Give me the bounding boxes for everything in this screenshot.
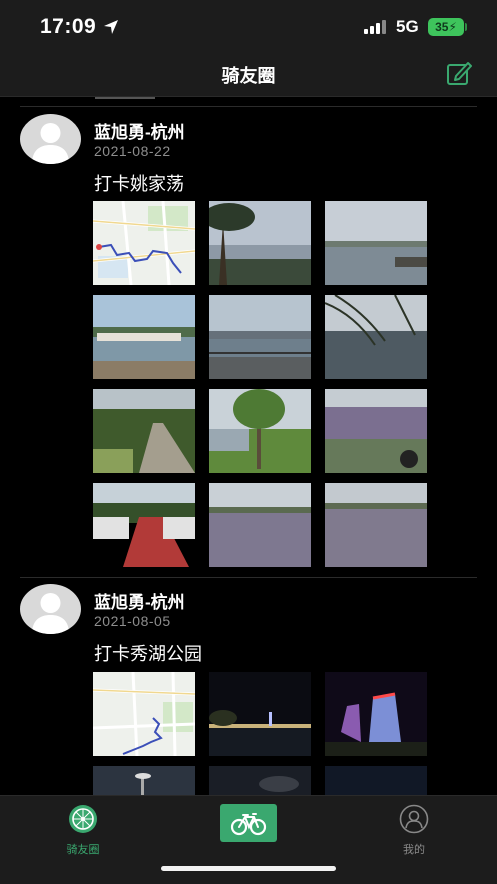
tab-label: 骑友圈 bbox=[66, 844, 100, 856]
post-divider bbox=[20, 106, 477, 107]
photo-thumbnail[interactable] bbox=[209, 766, 311, 795]
post-divider bbox=[20, 577, 477, 578]
photo-thumbnail[interactable] bbox=[209, 389, 311, 473]
location-arrow-icon bbox=[104, 20, 118, 34]
photo-thumbnail[interactable] bbox=[325, 389, 427, 473]
status-time: 17:09 bbox=[40, 15, 97, 38]
user-icon bbox=[399, 804, 429, 834]
default-avatar-icon bbox=[32, 123, 69, 164]
battery-tip bbox=[465, 23, 467, 31]
photo-thumbnail[interactable] bbox=[93, 766, 195, 795]
post-username[interactable]: 蓝旭勇-杭州 bbox=[94, 588, 185, 613]
photo-thumbnail[interactable] bbox=[325, 201, 427, 285]
photo-thumbnail-map[interactable] bbox=[93, 672, 195, 756]
status-bar: 17:09 5G 35⚡ bbox=[0, 0, 497, 52]
post-date: 2021-08-05 bbox=[94, 613, 171, 629]
photo-thumbnail[interactable] bbox=[325, 295, 427, 379]
photo-thumbnail[interactable] bbox=[325, 766, 427, 795]
avatar[interactable] bbox=[20, 114, 81, 164]
start-ride-button[interactable] bbox=[220, 804, 277, 842]
signal-icon bbox=[364, 20, 386, 34]
photo-thumbnail-map[interactable] bbox=[93, 201, 195, 285]
page-title: 骑友圈 bbox=[221, 66, 276, 86]
photo-thumbnail[interactable] bbox=[93, 295, 195, 379]
photo-thumbnail[interactable] bbox=[209, 672, 311, 756]
photo-thumbnail[interactable] bbox=[93, 483, 195, 567]
photo-thumbnail[interactable] bbox=[209, 483, 311, 567]
previous-post-edge bbox=[95, 97, 155, 99]
post-username[interactable]: 蓝旭勇-杭州 bbox=[94, 118, 185, 143]
photo-thumbnail[interactable] bbox=[209, 295, 311, 379]
post-date: 2021-08-22 bbox=[94, 143, 171, 159]
default-avatar-icon bbox=[32, 593, 69, 634]
photo-thumbnail[interactable] bbox=[93, 389, 195, 473]
photo-thumbnail[interactable] bbox=[209, 201, 311, 285]
network-type: 5G bbox=[396, 17, 419, 36]
nav-bar: 骑友圈 bbox=[0, 52, 497, 97]
avatar[interactable] bbox=[20, 584, 81, 634]
tab-riders-circle[interactable]: 骑友圈 bbox=[43, 804, 123, 857]
tab-label: 我的 bbox=[403, 844, 425, 856]
compose-icon[interactable] bbox=[446, 60, 472, 86]
post-text: 打卡姚家荡 bbox=[94, 174, 184, 194]
photo-thumbnail[interactable] bbox=[325, 483, 427, 567]
tab-mine[interactable]: 我的 bbox=[374, 804, 454, 857]
bike-icon bbox=[230, 813, 267, 836]
home-indicator[interactable] bbox=[161, 866, 336, 871]
battery-indicator: 35⚡ bbox=[428, 18, 464, 36]
post-text: 打卡秀湖公园 bbox=[94, 644, 202, 664]
feed-list[interactable]: 蓝旭勇-杭州 2021-08-22 打卡姚家荡 蓝旭勇-杭州 2021-08-0… bbox=[0, 97, 497, 795]
battery-level: 35 bbox=[435, 20, 449, 34]
photo-thumbnail[interactable] bbox=[325, 672, 427, 756]
wheel-icon bbox=[69, 805, 97, 833]
